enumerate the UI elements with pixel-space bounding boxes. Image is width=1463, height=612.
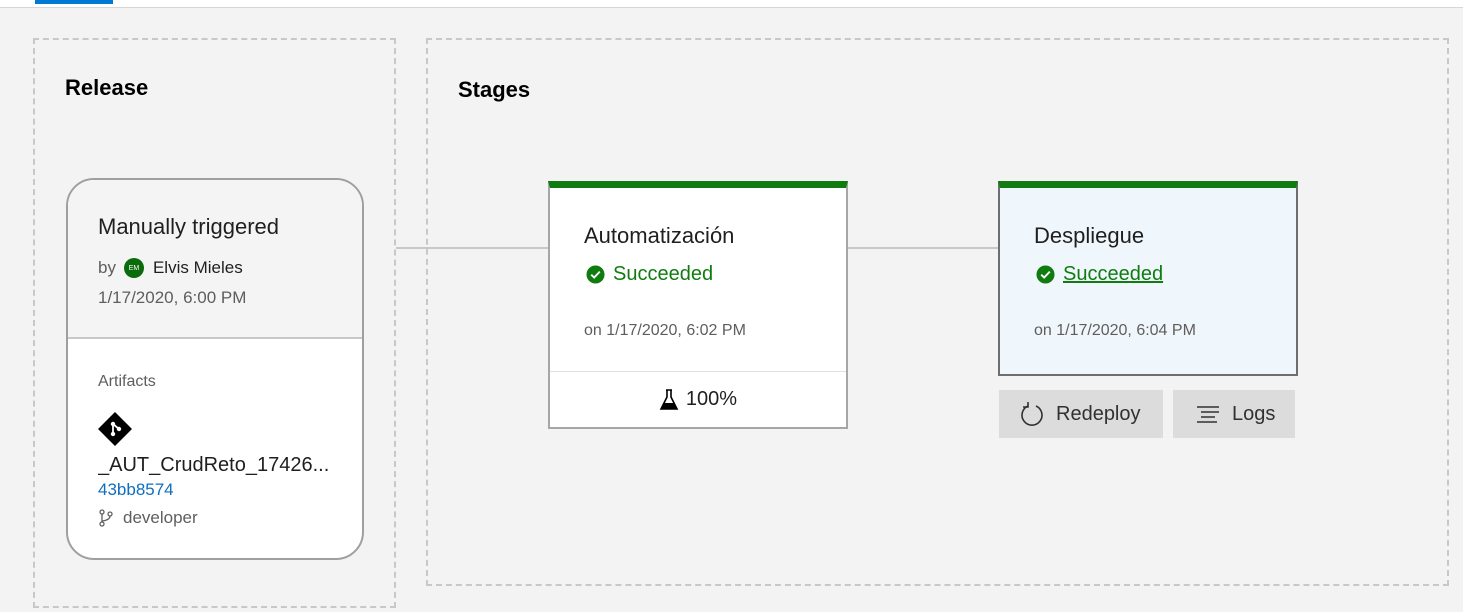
stage-card-despliegue[interactable]: Despliegue Succeeded on 1/17/2020, 6:04 … xyxy=(998,181,1298,376)
connector-stage-to-stage xyxy=(847,247,999,249)
trigger-title: Manually triggered xyxy=(98,214,279,239)
commit-link[interactable]: 43bb8574 xyxy=(98,480,174,500)
active-tab-indicator xyxy=(35,0,113,4)
triggered-by-row: by EM Elvis Mieles xyxy=(98,258,243,278)
by-label: by xyxy=(98,258,116,277)
test-results[interactable]: 100% xyxy=(550,371,846,427)
release-card[interactable]: Manually triggered by EM Elvis Mieles 1/… xyxy=(66,178,364,560)
stage-date: on 1/17/2020, 6:02 PM xyxy=(584,322,746,339)
logs-label: Logs xyxy=(1232,402,1276,425)
top-bar xyxy=(0,0,1463,8)
release-section-title: Release xyxy=(65,75,149,100)
artifacts-label: Artifacts xyxy=(98,373,156,390)
stage-card-automatizacion[interactable]: Automatización Succeeded on 1/17/2020, 6… xyxy=(548,181,848,429)
redeploy-label: Redeploy xyxy=(1056,402,1141,425)
test-pass-rate: 100% xyxy=(685,388,738,410)
stages-section-title: Stages xyxy=(458,77,531,102)
release-card-header: Manually triggered by EM Elvis Mieles 1/… xyxy=(68,180,362,339)
avatar: EM xyxy=(123,258,144,278)
connector-release-to-stage xyxy=(396,247,549,249)
stage-status: Succeeded xyxy=(1036,263,1163,286)
stage-status-link[interactable]: Succeeded xyxy=(1063,263,1163,286)
stage-date: on 1/17/2020, 6:04 PM xyxy=(1034,322,1196,339)
redeploy-icon xyxy=(1021,402,1043,426)
user-name: Elvis Mieles xyxy=(152,258,243,277)
flask-icon xyxy=(659,388,679,410)
branch-row: developer xyxy=(98,508,198,528)
stage-status-text: Succeeded xyxy=(613,263,714,285)
logs-icon xyxy=(1197,406,1219,423)
check-circle-icon xyxy=(586,265,605,284)
stage-status: Succeeded xyxy=(586,263,713,286)
branch-icon xyxy=(99,509,113,527)
git-icon xyxy=(98,412,132,446)
check-circle-icon xyxy=(1036,265,1055,284)
stage-name: Automatización xyxy=(584,223,735,248)
logs-button[interactable]: Logs xyxy=(1173,390,1295,438)
stage-name: Despliegue xyxy=(1034,223,1145,248)
branch-name: developer xyxy=(123,508,198,527)
trigger-date: 1/17/2020, 6:00 PM xyxy=(98,288,247,307)
artifact-name[interactable]: _AUT_CrudReto_17426... xyxy=(98,454,338,477)
redeploy-button[interactable]: Redeploy xyxy=(999,390,1163,438)
